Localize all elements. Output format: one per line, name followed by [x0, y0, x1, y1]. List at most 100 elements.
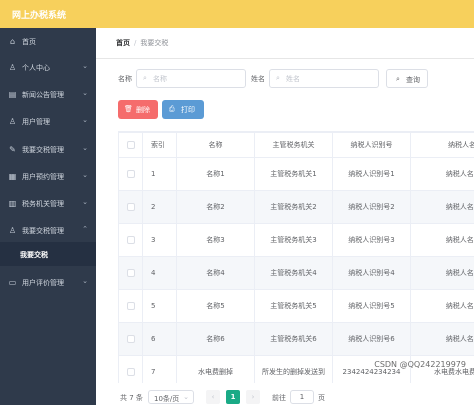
cell-name: 名称1 — [176, 157, 255, 191]
row-checkbox[interactable] — [126, 170, 135, 178]
tax-icon: ♙ — [8, 226, 17, 235]
watermark: CSDN @QQ242219979 — [374, 360, 466, 369]
page-number-current[interactable]: 1 — [226, 390, 240, 404]
cell-name: 水电费删掉 — [176, 355, 255, 383]
page-suffix-label: 页 — [318, 394, 325, 402]
table-row[interactable]: 2 名称2 主管税务机关2 纳税人识别号2 纳税人名称2 — [118, 190, 474, 224]
row-checkbox[interactable] — [126, 269, 135, 277]
person-input-wrapper: ⌕ — [269, 69, 379, 88]
cell-tax-authority: 主管税务机关2 — [254, 190, 333, 224]
data-table: 索引 名称 主管税务机关 纳税人识别号 纳税人名称 1 名称1 主管税务机关1 … — [118, 131, 474, 383]
goto-page-input[interactable]: 1 — [290, 390, 314, 404]
row-checkbox-cell — [118, 355, 143, 383]
users-icon: ♙ — [8, 117, 17, 126]
table-row[interactable]: 3 名称3 主管税务机关3 纳税人识别号3 纳税人名称3 — [118, 223, 474, 257]
row-checkbox[interactable] — [126, 236, 135, 244]
sidebar-item-reviews[interactable]: ▭ 用户评价管理 ⌄ — [0, 269, 96, 296]
cell-taxpayer-id: 纳税人识别号1 — [332, 157, 411, 191]
cell-index: 2 — [142, 190, 177, 224]
sidebar-item-label: 用户预约管理 — [22, 173, 64, 181]
user-icon: ♙ — [8, 63, 17, 72]
sidebar-item-appointments[interactable]: ▦ 用户预约管理 ⌄ — [0, 163, 96, 190]
table-row[interactable]: 6 名称6 主管税务机关6 纳税人识别号6 纳税人名称6 — [118, 322, 474, 356]
name-label: 名称 — [118, 75, 132, 83]
table-row[interactable]: 5 名称5 主管税务机关5 纳税人识别号5 纳税人名称5 — [118, 289, 474, 323]
breadcrumb-current: 我要交税 — [140, 39, 169, 47]
chevron-down-icon: ⌄ — [82, 62, 88, 70]
chevron-down-icon: ⌄ — [82, 89, 88, 97]
person-name-search-input[interactable] — [286, 72, 366, 85]
name-search-input[interactable] — [153, 72, 233, 85]
table-header-row: 索引 名称 主管税务机关 纳税人识别号 纳税人名称 — [118, 132, 474, 158]
sidebar-item-label: 我要交税管理 — [22, 146, 64, 154]
cell-name: 名称3 — [176, 223, 255, 257]
sidebar-item-label: 新闻公告管理 — [22, 91, 64, 99]
sidebar-item-users[interactable]: ♙ 用户管理 ⌄ — [0, 108, 96, 135]
name-input-wrapper: ⌕ — [136, 69, 246, 88]
sidebar-item-tax-payments[interactable]: ♙ 我要交税管理 ⌃ — [0, 217, 96, 244]
cell-taxpayer-id: 纳税人识别号3 — [332, 223, 411, 257]
cell-tax-authority: 主管税务机关6 — [254, 322, 333, 356]
calendar-icon: ▦ — [8, 172, 17, 181]
table-row[interactable]: 1 名称1 主管税务机关1 纳税人识别号1 纳税人名称1 — [118, 157, 474, 191]
cell-taxpayer-id: 纳税人识别号5 — [332, 289, 411, 323]
chevron-down-icon: ⌄ — [82, 198, 88, 206]
sidebar-subitem-pay-tax[interactable]: 我要交税 — [0, 242, 96, 266]
sidebar-item-news[interactable]: ▤ 新闻公告管理 ⌄ — [0, 81, 96, 108]
column-header-taxpayer-name[interactable]: 纳税人名称 — [410, 132, 474, 158]
cell-name: 名称6 — [176, 322, 255, 356]
search-icon: ⌕ — [396, 75, 400, 83]
query-button[interactable]: ⌕ 查询 — [386, 69, 428, 88]
sidebar-item-label: 用户评价管理 — [22, 279, 64, 287]
cell-tax-authority: 主管税务机关3 — [254, 223, 333, 257]
column-header-taxpayer-id[interactable]: 纳税人识别号 — [332, 132, 411, 158]
next-page-button[interactable]: › — [246, 390, 260, 404]
column-header-tax-authority[interactable]: 主管税务机关 — [254, 132, 333, 158]
select-all-checkbox[interactable] — [126, 141, 135, 149]
cell-taxpayer-id: 纳税人识别号4 — [332, 256, 411, 290]
tax-icon: ✎ — [9, 145, 16, 154]
chevron-down-icon: ⌄ — [82, 144, 88, 152]
cell-taxpayer-name: 纳税人名称1 — [410, 157, 474, 191]
trash-icon: 🗑 — [124, 105, 133, 113]
app-header: 网上办税系统 — [0, 0, 474, 28]
row-checkbox[interactable] — [126, 302, 135, 310]
news-icon: ▤ — [8, 90, 17, 99]
table-row[interactable]: 4 名称4 主管税务机关4 纳税人识别号4 纳税人名称4 — [118, 256, 474, 290]
column-header-name[interactable]: 名称 — [176, 132, 255, 158]
column-header-index[interactable]: 索引 — [142, 132, 177, 158]
cell-taxpayer-name: 纳税人名称5 — [410, 289, 474, 323]
sidebar-item-profile[interactable]: ♙ 个人中心 ⌄ — [0, 54, 96, 81]
row-checkbox[interactable] — [126, 203, 135, 211]
row-checkbox[interactable] — [126, 335, 135, 343]
pagination: 共 7 条 10条/页 ⌄ ‹ 1 › 前往 1 页 — [118, 389, 474, 405]
cell-taxpayer-name: 纳税人名称4 — [410, 256, 474, 290]
sidebar-item-tax-admin[interactable]: ✎ 我要交税管理 ⌄ — [0, 136, 96, 163]
chevron-down-icon: ⌄ — [183, 393, 189, 401]
print-button[interactable]: ⎙ 打印 — [162, 100, 204, 119]
breadcrumb-home[interactable]: 首页 — [116, 39, 130, 47]
cell-taxpayer-id: 纳税人识别号2 — [332, 190, 411, 224]
page-size-select[interactable]: 10条/页 ⌄ — [148, 390, 194, 404]
sidebar-item-home[interactable]: ⌂ 首页 — [0, 28, 96, 55]
breadcrumb: 首页 / 我要交税 — [116, 38, 168, 48]
cell-index: 7 — [142, 355, 177, 383]
breadcrumb-divider — [96, 58, 474, 59]
row-checkbox[interactable] — [126, 368, 135, 376]
page-size-value: 10条/页 — [154, 395, 180, 403]
chevron-down-icon: ⌄ — [82, 171, 88, 179]
row-checkbox-cell — [118, 223, 143, 257]
search-icon: ⌕ — [276, 74, 280, 82]
cell-name: 名称4 — [176, 256, 255, 290]
sidebar-item-tax-offices[interactable]: ▥ 税务机关管理 ⌄ — [0, 190, 96, 217]
delete-button[interactable]: 🗑 删除 — [118, 100, 158, 119]
cell-taxpayer-name: 纳税人名称3 — [410, 223, 474, 257]
cell-taxpayer-name: 纳税人名称6 — [410, 322, 474, 356]
prev-page-button[interactable]: ‹ — [206, 390, 220, 404]
comment-icon: ▭ — [8, 278, 17, 287]
select-all-checkbox-cell — [118, 132, 143, 158]
sidebar-item-label: 税务机关管理 — [22, 200, 64, 208]
row-checkbox-cell — [118, 322, 143, 356]
cell-index: 5 — [142, 289, 177, 323]
chevron-up-icon: ⌃ — [82, 225, 88, 233]
